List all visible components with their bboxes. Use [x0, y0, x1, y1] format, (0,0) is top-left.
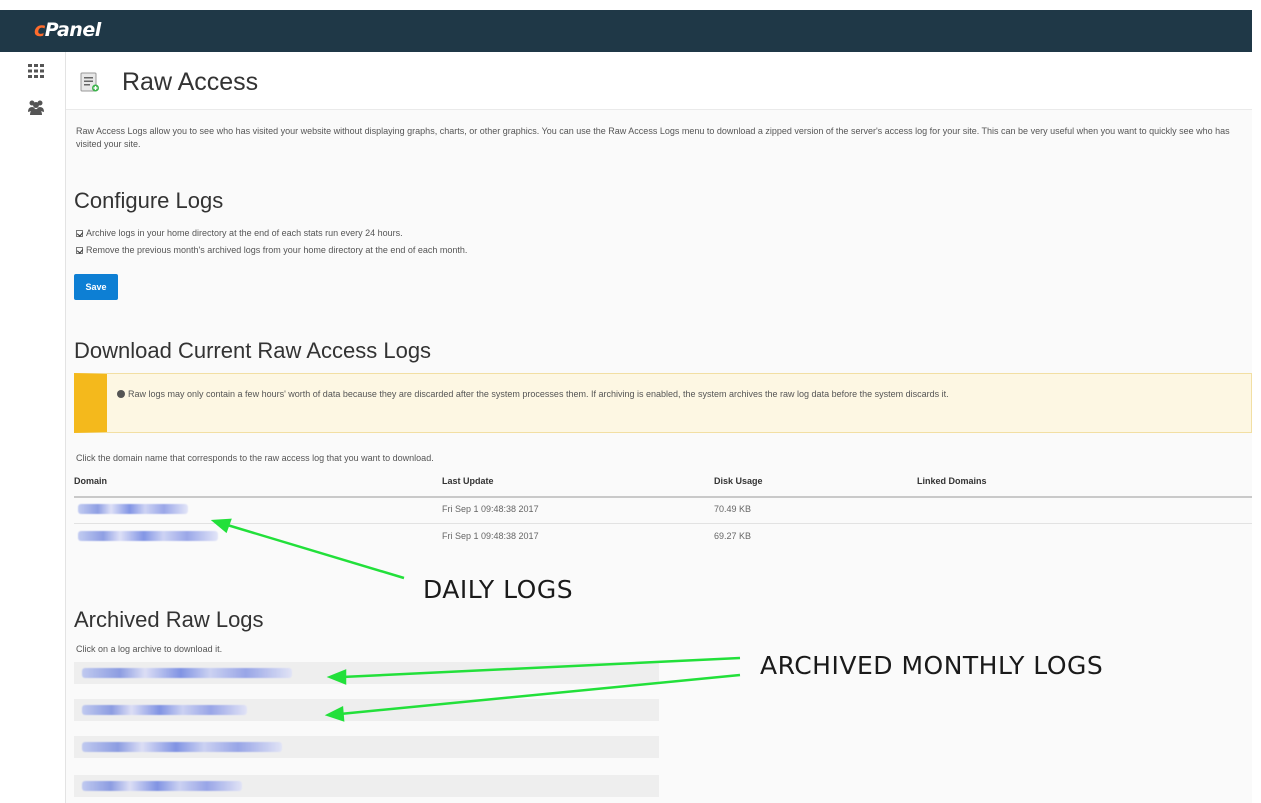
- arrow-head: [324, 706, 345, 722]
- daily-logs-arrow: [223, 522, 405, 580]
- monthly-arrow-1: [341, 656, 741, 679]
- annotation-arrows: [210, 518, 741, 722]
- arrow-head: [210, 518, 232, 534]
- monthly-arrow-2: [339, 673, 741, 716]
- arrow-head: [326, 669, 347, 685]
